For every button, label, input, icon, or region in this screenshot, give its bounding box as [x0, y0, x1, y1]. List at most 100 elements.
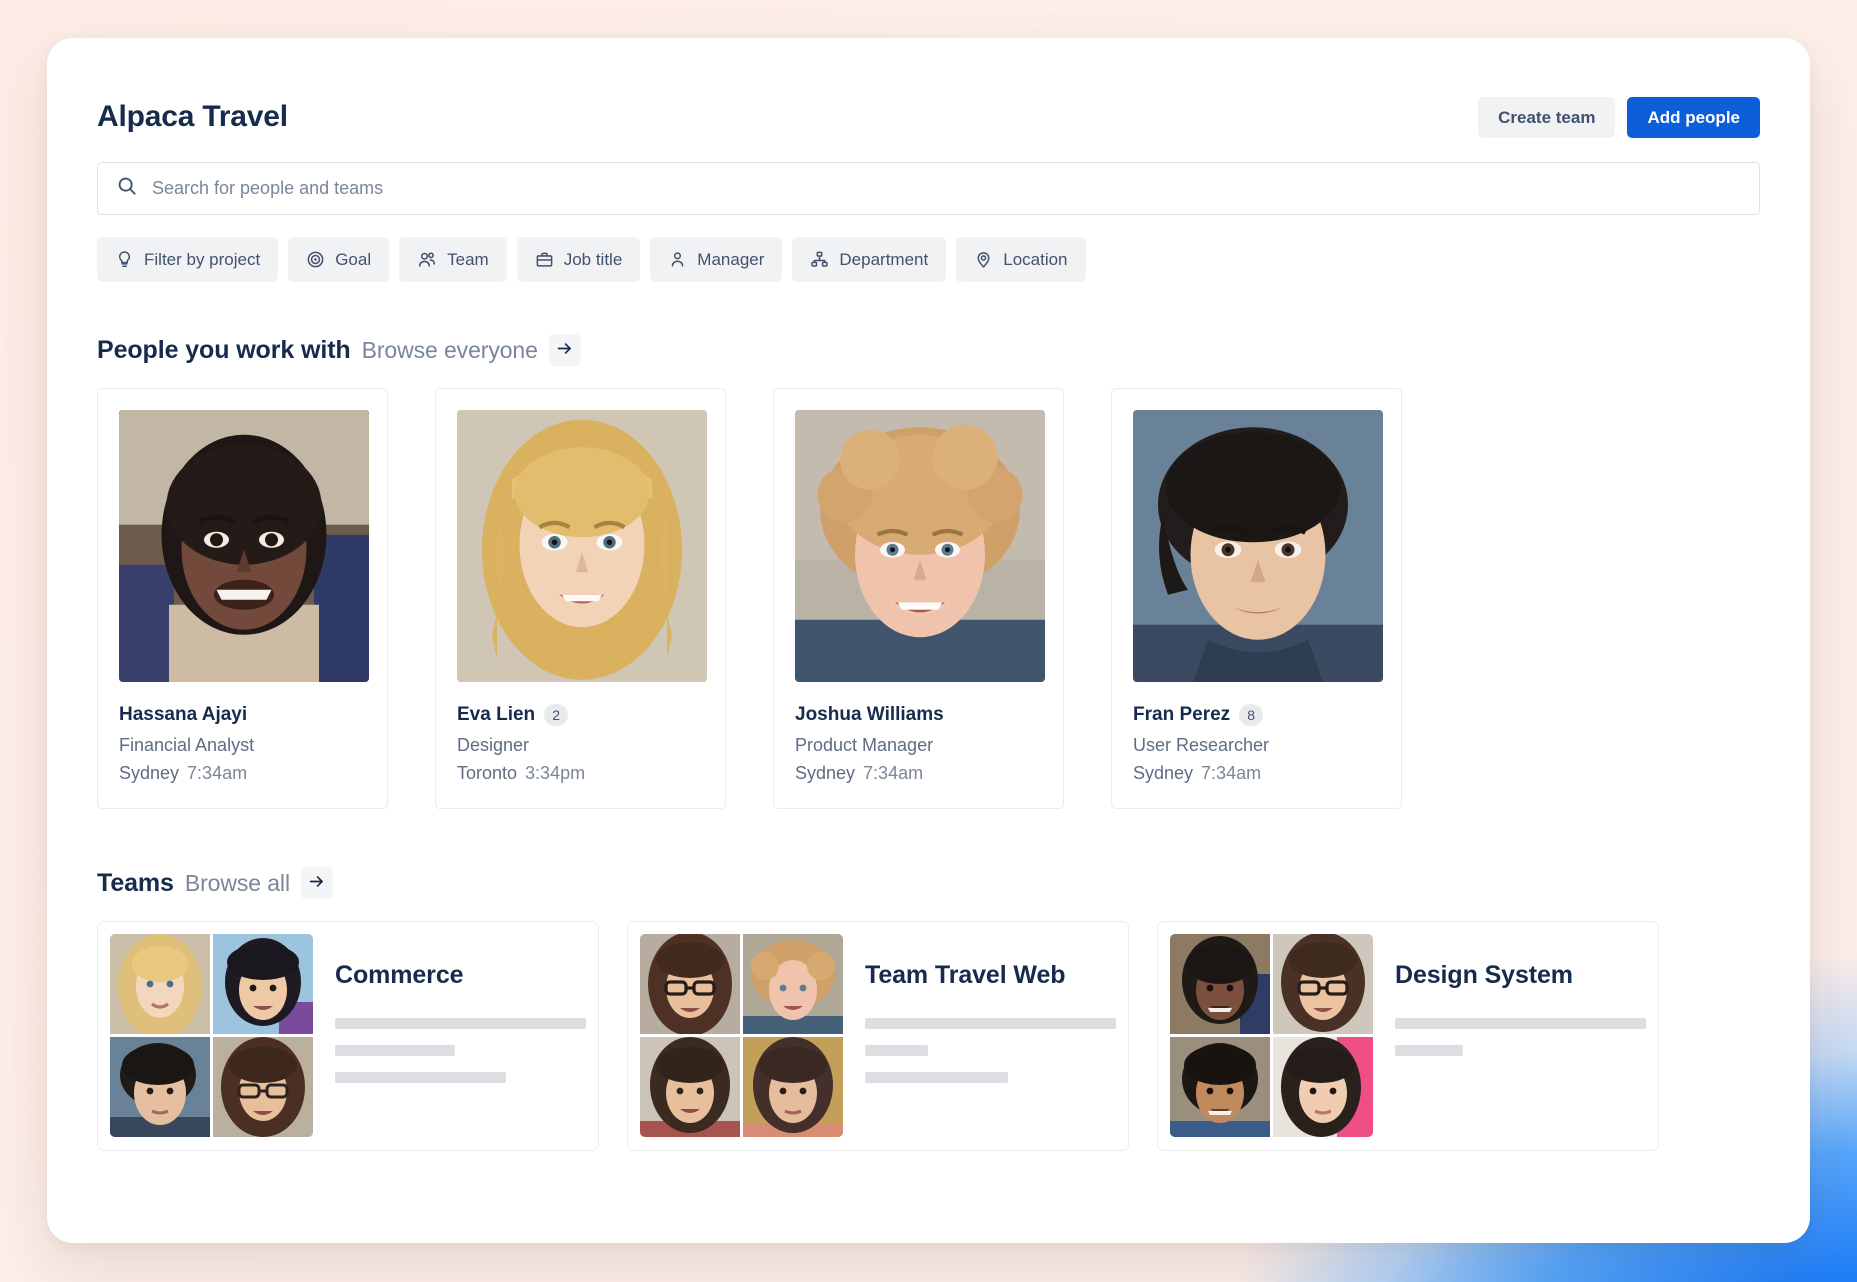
- org-chart-icon: [810, 250, 829, 269]
- team-member-avatar: [640, 1037, 740, 1137]
- person-card[interactable]: Fran Perez 8 User Researcher Sydney7:34a…: [1111, 388, 1402, 809]
- person-name-row: Hassana Ajayi: [119, 704, 366, 726]
- people-grid: Hassana Ajayi Financial Analyst Sydney 7:…: [97, 388, 1760, 809]
- person-location: Toronto: [457, 763, 517, 783]
- avatar: [1133, 410, 1383, 682]
- teams-section-header: Teams Browse all: [97, 867, 1760, 899]
- person-role: Product Manager: [795, 735, 1042, 756]
- person-location-time: Sydney7:34am: [1133, 763, 1380, 784]
- status-badge: 2: [544, 704, 568, 726]
- filter-chip-department[interactable]: Department: [792, 237, 946, 282]
- search-input[interactable]: [152, 178, 1741, 199]
- person-name-row: Joshua Williams: [795, 704, 1042, 726]
- team-body: Design System: [1395, 934, 1646, 1138]
- filter-chip-label: Location: [1003, 250, 1067, 270]
- arrow-right-icon: [307, 872, 326, 894]
- filter-chip-goal[interactable]: Goal: [288, 237, 389, 282]
- filter-chip-team[interactable]: Team: [399, 237, 507, 282]
- skeleton-line: [335, 1018, 586, 1029]
- teams-section-title: Teams: [97, 869, 174, 898]
- filter-chip-label: Manager: [697, 250, 764, 270]
- person-card[interactable]: Eva Lien 2 Designer Toronto 3:34pm: [435, 388, 726, 809]
- lightbulb-icon: [115, 250, 134, 269]
- team-avatar-grid: [110, 934, 313, 1137]
- person-name: Hassana Ajayi: [119, 704, 247, 726]
- filter-chip-label: Department: [839, 250, 928, 270]
- person-time: 3:34pm: [525, 763, 585, 783]
- person-card[interactable]: Joshua Williams Product Manager Sydney 7:…: [773, 388, 1064, 809]
- filter-chip-label: Team: [447, 250, 489, 270]
- team-avatar-grid: [1170, 934, 1373, 1137]
- filter-chip-row: Filter by project Goal: [97, 237, 1760, 282]
- status-badge: 8: [1239, 704, 1263, 726]
- arrow-right-icon: [555, 339, 574, 361]
- person-name-row: Fran Perez 8: [1133, 704, 1380, 726]
- skeleton-line: [1395, 1018, 1646, 1029]
- team-card[interactable]: Commerce: [97, 921, 599, 1151]
- person-location: Sydney: [119, 763, 179, 783]
- person-time: 7:34am: [187, 763, 247, 783]
- filter-chip-label: Goal: [335, 250, 371, 270]
- skeleton-line: [1395, 1045, 1463, 1056]
- person-role: Designer: [457, 735, 704, 756]
- filter-chip-label: Filter by project: [144, 250, 260, 270]
- avatar: [795, 410, 1045, 682]
- search-bar[interactable]: [97, 162, 1760, 215]
- filter-chip-manager[interactable]: Manager: [650, 237, 782, 282]
- page-header: Alpaca Travel Create team Add people: [97, 94, 1760, 140]
- skeleton-line: [865, 1018, 1116, 1029]
- browse-everyone-link[interactable]: Browse everyone: [362, 337, 538, 364]
- target-icon: [306, 250, 325, 269]
- person-location-time: Toronto 3:34pm: [457, 763, 704, 784]
- team-card[interactable]: Design System: [1157, 921, 1659, 1151]
- person-name-row: Eva Lien 2: [457, 704, 704, 726]
- team-name: Commerce: [335, 961, 586, 990]
- team-member-avatar: [1273, 1037, 1373, 1137]
- people-section-title: People you work with: [97, 336, 351, 365]
- search-icon: [116, 175, 138, 202]
- filter-chip-location[interactable]: Location: [956, 237, 1085, 282]
- header-actions: Create team Add people: [1478, 97, 1760, 138]
- page-title: Alpaca Travel: [97, 100, 288, 134]
- team-member-avatar: [110, 1037, 210, 1137]
- person-time: 7:34am: [1201, 763, 1261, 783]
- person-location-time: Sydney 7:34am: [119, 763, 366, 784]
- person-name: Fran Perez: [1133, 704, 1230, 726]
- avatar: [457, 410, 707, 682]
- person-card[interactable]: Hassana Ajayi Financial Analyst Sydney 7:…: [97, 388, 388, 809]
- browse-all-arrow-button[interactable]: [301, 867, 333, 899]
- person-role: Financial Analyst: [119, 735, 366, 756]
- person-icon: [668, 250, 687, 269]
- browse-everyone-arrow-button[interactable]: [549, 334, 581, 366]
- person-role: User Researcher: [1133, 735, 1380, 756]
- location-pin-icon: [974, 250, 993, 269]
- avatar: [119, 410, 369, 682]
- filter-chip-job-title[interactable]: Job title: [517, 237, 641, 282]
- people-icon: [417, 250, 437, 270]
- team-body: Team Travel Web: [865, 934, 1116, 1138]
- app-window: Alpaca Travel Create team Add people: [47, 38, 1810, 1243]
- teams-grid: Commerce: [97, 921, 1760, 1151]
- add-people-button[interactable]: Add people: [1627, 97, 1760, 138]
- create-team-button[interactable]: Create team: [1478, 97, 1615, 138]
- person-name: Joshua Williams: [795, 704, 944, 726]
- team-member-avatar: [640, 934, 740, 1034]
- team-name: Design System: [1395, 961, 1646, 990]
- person-location: Sydney: [795, 763, 855, 783]
- person-name: Eva Lien: [457, 704, 535, 726]
- person-location-time: Sydney 7:34am: [795, 763, 1042, 784]
- team-member-avatar: [1273, 934, 1373, 1034]
- browse-all-link[interactable]: Browse all: [185, 870, 290, 897]
- team-member-avatar: [1170, 934, 1270, 1034]
- team-name: Team Travel Web: [865, 961, 1116, 990]
- skeleton-line: [335, 1045, 455, 1056]
- team-avatar-grid: [640, 934, 843, 1137]
- skeleton-line: [865, 1045, 928, 1056]
- filter-chip-filter-by-project[interactable]: Filter by project: [97, 237, 278, 282]
- briefcase-icon: [535, 250, 554, 269]
- team-card[interactable]: Team Travel Web: [627, 921, 1129, 1151]
- people-section-header: People you work with Browse everyone: [97, 334, 1760, 366]
- team-body: Commerce: [335, 934, 586, 1138]
- person-time: 7:34am: [863, 763, 923, 783]
- skeleton-line: [865, 1072, 1008, 1083]
